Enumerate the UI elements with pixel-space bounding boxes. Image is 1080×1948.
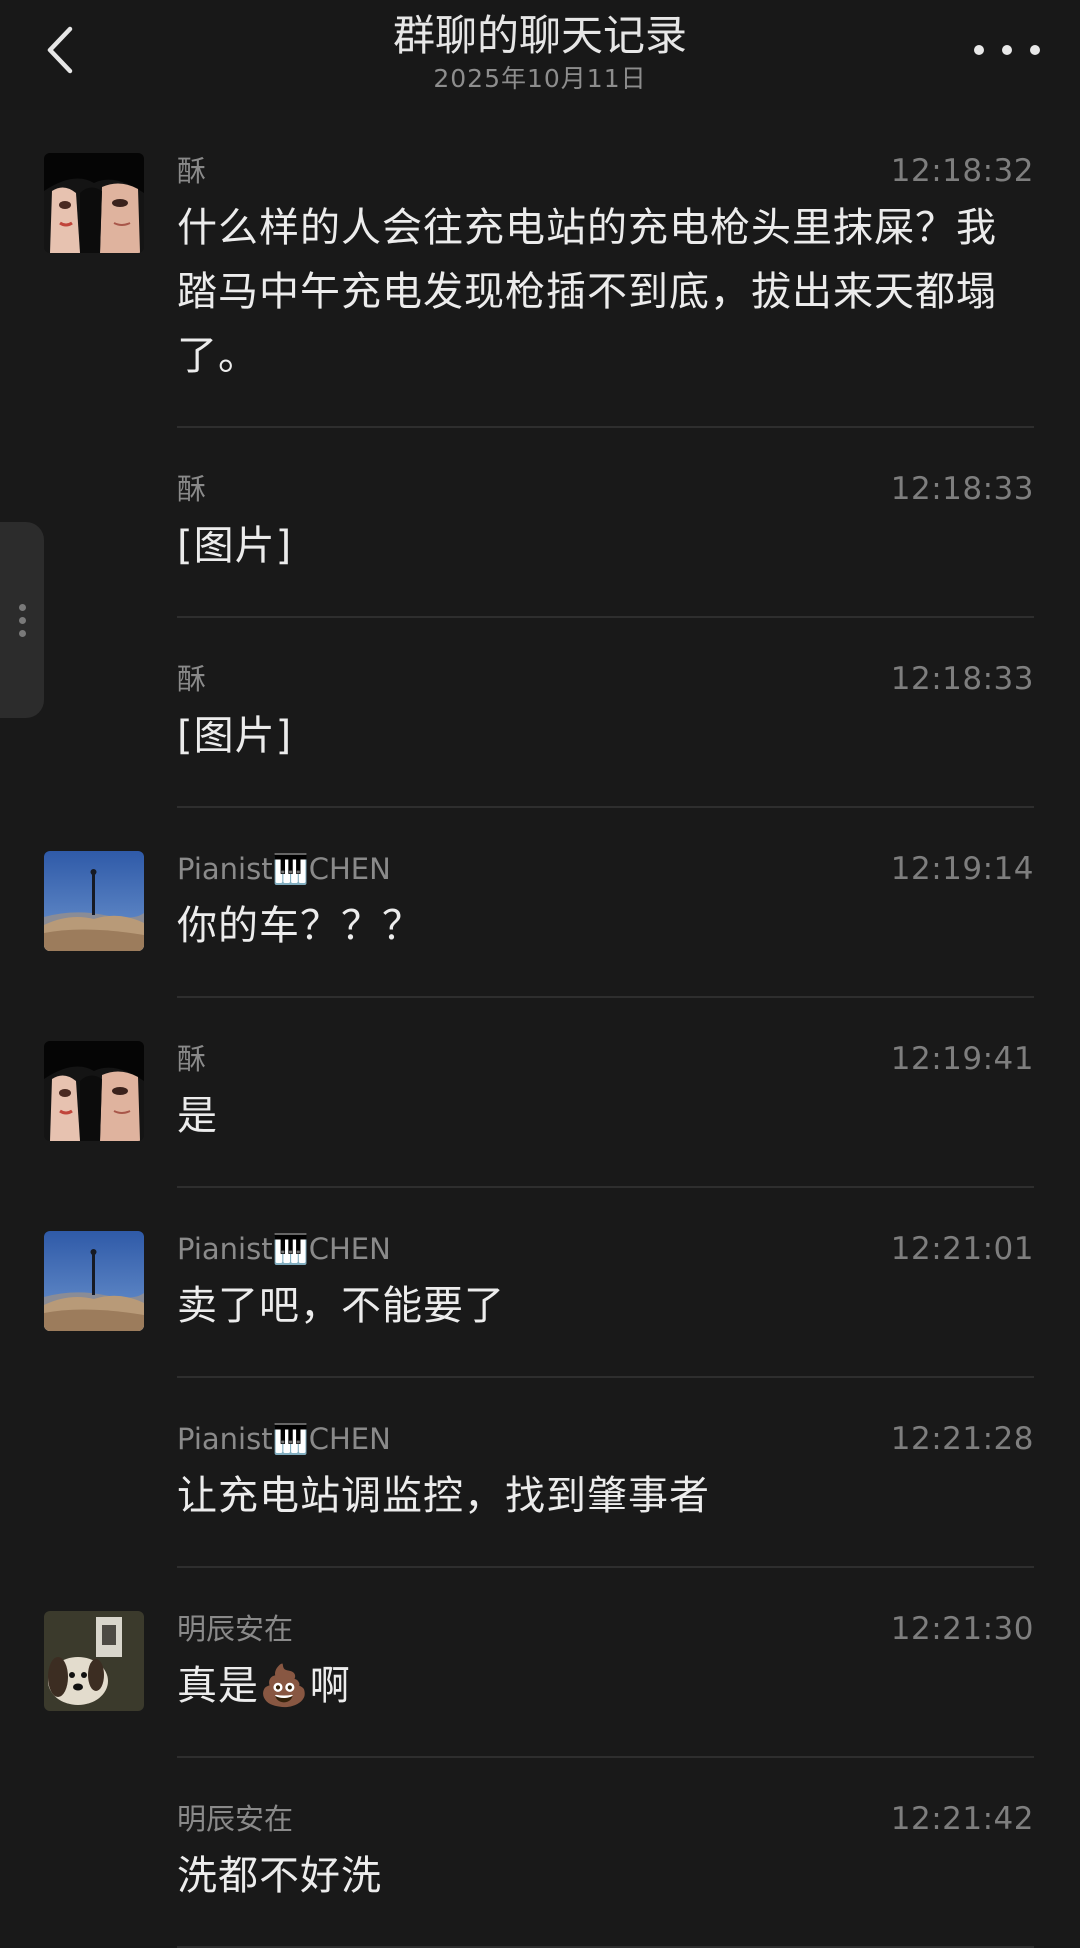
handle-dot-icon [18,603,26,611]
chat-message[interactable]: 明辰安在 12:21:42 洗都不好洗 [0,1758,1080,1946]
page-title: 群聊的聊天记录 [392,11,687,60]
more-dot-icon [1030,45,1040,55]
chat-message[interactable]: 酥 12:19:41 是 [0,998,1080,1186]
message-content: Pianist🎹CHEN 12:19:14 你的车？？？ [177,808,1034,996]
chat-message[interactable]: Pianist🎹CHEN 12:21:01 卖了吧，不能要了 [0,1188,1080,1376]
chat-message[interactable]: 酥 12:18:33 [图片] [0,618,1080,806]
avatar[interactable] [44,153,144,253]
handle-dot-icon [18,616,26,624]
message-timestamp: 12:19:14 [890,851,1034,887]
avatar[interactable] [44,851,144,951]
message-content: 酥 12:18:33 [图片] [177,618,1034,806]
message-timestamp: 12:21:28 [890,1421,1034,1457]
message-timestamp: 12:19:41 [890,1041,1034,1077]
message-timestamp: 12:21:01 [890,1231,1034,1267]
message-content: Pianist🎹CHEN 12:21:01 卖了吧，不能要了 [177,1188,1034,1376]
message-timestamp: 12:18:33 [890,661,1034,697]
avatar-anime-girl-icon [44,1041,144,1141]
chat-message[interactable]: Pianist🎹CHEN 12:19:14 你的车？？？ [0,808,1080,996]
chat-message[interactable]: Pianist🎹CHEN 12:21:28 让充电站调监控，找到肇事者 [0,1378,1080,1566]
handle-dot-icon [18,629,26,637]
message-text[interactable]: 是 [177,1084,1034,1148]
more-options-button[interactable] [974,30,1040,70]
message-content: 酥 12:18:33 [图片] [177,428,1034,616]
message-timestamp: 12:18:33 [890,471,1034,507]
message-text[interactable]: 洗都不好洗 [177,1844,1034,1908]
message-content: 酥 12:19:41 是 [177,998,1034,1186]
message-text[interactable]: 真是💩啊 [177,1654,1034,1718]
message-text[interactable]: [图片] [177,704,1034,768]
message-text[interactable]: 卖了吧，不能要了 [177,1274,1034,1338]
avatar[interactable] [44,1231,144,1331]
avatar-mountain-icon [44,851,144,951]
message-text[interactable]: 让充电站调监控，找到肇事者 [177,1464,1034,1528]
title-block: 群聊的聊天记录 2025年10月11日 [0,8,1080,94]
avatar-anime-girl-icon [44,153,144,253]
message-text[interactable]: 什么样的人会往充电站的充电枪头里抹屎？我踏马中午充电发现枪插不到底，拔出来天都塌… [177,196,1034,388]
more-dot-icon [1002,45,1012,55]
message-timestamp: 12:21:42 [890,1801,1034,1837]
message-content: Pianist🎹CHEN 12:21:28 让充电站调监控，找到肇事者 [177,1378,1034,1566]
avatar-mountain-icon [44,1231,144,1331]
message-timestamp: 12:21:30 [890,1611,1034,1647]
avatar[interactable] [44,1041,144,1141]
page-subtitle-date: 2025年10月11日 [433,64,647,93]
chat-message[interactable]: 酥 12:18:33 [图片] [0,428,1080,616]
side-drawer-handle[interactable] [0,522,44,718]
message-text[interactable]: 你的车？？？ [177,894,1034,958]
message-content: 酥 12:18:32 什么样的人会往充电站的充电枪头里抹屎？我踏马中午充电发现枪插不… [177,110,1034,426]
message-list[interactable]: 酥 12:18:32 什么样的人会往充电站的充电枪头里抹屎？我踏马中午充电发现枪插不… [0,110,1080,1948]
chat-message[interactable]: 明辰安在 12:21:30 真是💩啊 [0,1568,1080,1756]
message-timestamp: 12:18:32 [890,153,1034,189]
message-content: 明辰安在 12:21:30 真是💩啊 [177,1568,1034,1756]
title-bar: 群聊的聊天记录 2025年10月11日 [0,0,1080,110]
avatar-plush-dog-icon [44,1611,144,1711]
avatar[interactable] [44,1611,144,1711]
message-content: 明辰安在 12:21:42 洗都不好洗 [177,1758,1034,1946]
message-text[interactable]: [图片] [177,514,1034,578]
chat-message[interactable]: 酥 12:18:32 什么样的人会往充电站的充电枪头里抹屎？我踏马中午充电发现枪插不… [0,110,1080,426]
more-dot-icon [974,45,984,55]
